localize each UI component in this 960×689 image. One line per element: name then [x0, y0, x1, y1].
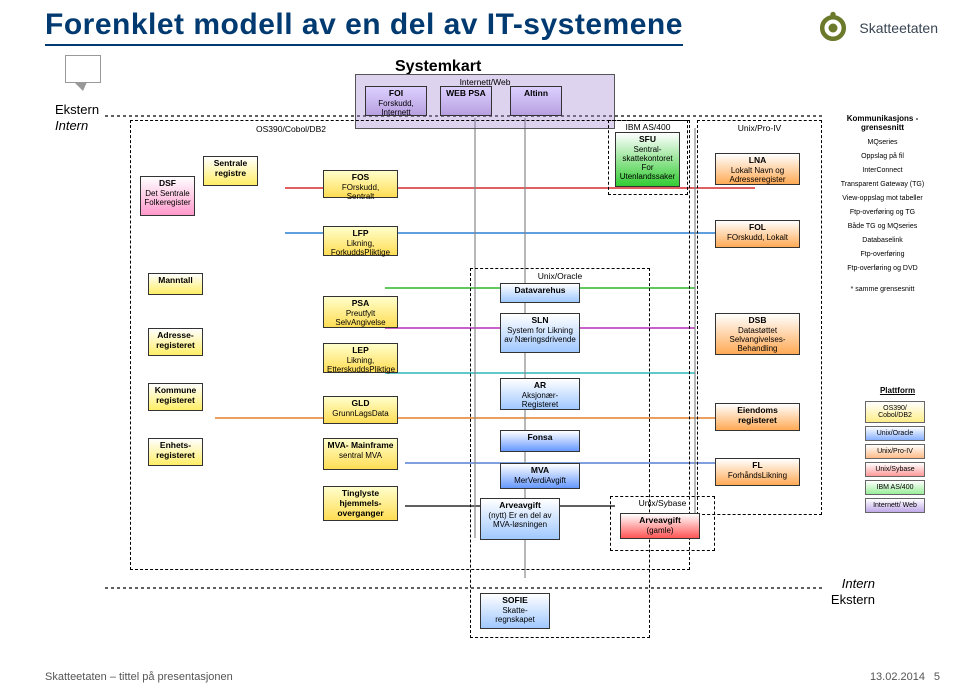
node-webpsa: WEB PSA [440, 86, 492, 116]
platform-chip: Unix/Sybase [865, 462, 925, 477]
footer-date: 13.02.2014 [870, 671, 925, 683]
brand-logo: Skatteetaten [815, 10, 938, 46]
legend-item: Ftp-overføring og TG [830, 209, 935, 216]
legend-item: Databaselink [830, 237, 935, 244]
legend-item: MQseries [830, 139, 935, 146]
node-enhets: Enhets- registeret [148, 438, 203, 466]
legend-item: Både TG og MQseries [830, 223, 935, 230]
legend-item: Ftp-overføring og DVD [830, 265, 935, 272]
slide: Forenklet modell av en del av IT-systeme… [0, 0, 960, 689]
legend-item: Oppslag på fil [830, 153, 935, 160]
node-sofie: SOFIESkatte- regnskapet [480, 593, 550, 629]
footer-left: Skatteetaten – tittel på presentasjonen [45, 671, 233, 683]
node-mvamf: MVA- Mainframesentral MVA [323, 438, 398, 470]
platform-chip: Unix/Pro-IV [865, 444, 925, 459]
node-lna: LNALokalt Navn og Adresseregister [715, 153, 800, 185]
node-dsb: DSBDatastøttet Selvangivelses- Behandlin… [715, 313, 800, 355]
node-arveg: Arveavgift(gamle) [620, 513, 700, 539]
platform-chip: OS390/ Cobol/DB2 [865, 401, 925, 423]
node-lfp: LFPLikning, ForkuddsPliktige [323, 226, 398, 256]
legend-comm: Kommunikasjons -grensesnitt MQseries Opps… [830, 114, 935, 300]
platform-chip: IBM AS/400 [865, 480, 925, 495]
node-dsf: DSFDet Sentrale Folkeregister [140, 176, 195, 216]
legend-platform: Plattform OS390/ Cobol/DB2 Unix/Oracle Uni… [865, 386, 930, 516]
node-fl: FLForhåndsLikning [715, 458, 800, 486]
node-gld: GLDGrunnLagsData [323, 396, 398, 424]
page-title: Forenklet modell av en del av IT-systeme… [45, 8, 683, 46]
node-ting: Tinglyste hjemmels- overganger [323, 486, 398, 521]
frame-proiv-header: Unix/Pro-IV [698, 123, 821, 133]
node-fonsa: Fonsa [500, 430, 580, 452]
platform-chip: Internett/ Web [865, 498, 925, 513]
node-sln: SLNSystem for Likning av Næringsdrivende [500, 313, 580, 353]
systemkart: Systemkart Ekstern Intern Intern Ekstern [55, 58, 935, 643]
legend-item: Transparent Gateway (TG) [830, 181, 935, 188]
node-ar: ARAksjonær- Registeret [500, 378, 580, 410]
legend-header: Kommunikasjons -grensesnitt [830, 114, 935, 132]
frame-as400-header: IBM AS/400 [609, 122, 687, 132]
platform-chip: Unix/Oracle [865, 426, 925, 441]
node-eiendom: Eiendoms registeret [715, 403, 800, 431]
node-foi: FOIForskudd, Internett [365, 86, 427, 116]
legend-item: View-oppslag mot tabeller [830, 195, 935, 202]
legend-item: Ftp-overføring [830, 251, 935, 258]
node-dvh: Datavarehus [500, 283, 580, 303]
node-fos: FOSFOrskudd, Sentralt [323, 170, 398, 198]
node-adresse: Adresse- registeret [148, 328, 203, 356]
node-altinn: Altinn [510, 86, 562, 116]
node-manntall: Manntall [148, 273, 203, 295]
node-arve: Arveavgift(nytt) Er en del av MVA-løsnin… [480, 498, 560, 540]
frame-oracle-header: Unix/Oracle [471, 271, 649, 281]
node-lep: LEPLikning, EtterskuddsPliktige [323, 343, 398, 373]
brand-name: Skatteetaten [859, 20, 938, 36]
node-psa: PSAPreutfylt SelvAngivelse [323, 296, 398, 328]
legend-item: InterConnect [830, 167, 935, 174]
node-sfu: SFUSentral- skattekontoret For Utenlands… [615, 132, 680, 187]
legend-same: * samme grensesnitt [830, 286, 935, 293]
footer-page: 5 [934, 671, 940, 683]
node-sentrale: Sentrale registre [203, 156, 258, 186]
frame-sybase-header: Unix/Sybase [611, 498, 714, 508]
node-mva: MVAMerVerdiAvgift [500, 463, 580, 489]
node-kommune: Kommune registeret [148, 383, 203, 411]
node-fol: FOLFOrskudd, Lokalt [715, 220, 800, 248]
frame-os390-header: OS390/Cobol/DB2 [231, 124, 351, 134]
platform-header: Plattform [865, 386, 930, 395]
compass-icon [815, 10, 851, 46]
